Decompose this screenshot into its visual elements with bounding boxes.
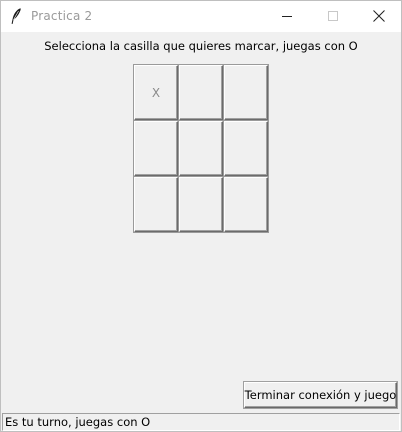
board-cell-7[interactable] (134, 177, 178, 232)
title-bar[interactable]: Practica 2 (1, 1, 401, 32)
status-bar: Es tu turno, juegas con O (2, 413, 400, 431)
window-title: Practica 2 (31, 9, 93, 23)
close-button[interactable] (356, 1, 402, 32)
board-cell-4[interactable] (134, 121, 178, 176)
minimize-button[interactable] (264, 1, 310, 32)
maximize-button[interactable] (310, 1, 356, 32)
end-connection-button[interactable]: Terminar conexión y juego (244, 382, 397, 408)
minimize-icon (281, 7, 293, 26)
close-icon (373, 7, 385, 26)
board-cell-1[interactable]: X (134, 65, 178, 120)
board-cell-8[interactable] (179, 177, 223, 232)
app-window: Practica 2 Selecciona la casilla que qui… (0, 0, 402, 432)
board-cell-6[interactable] (224, 121, 268, 176)
instruction-label: Selecciona la casilla que quieres marcar… (44, 39, 358, 53)
board-cell-9[interactable] (224, 177, 268, 232)
tic-tac-toe-board: X (134, 65, 269, 234)
board-cell-5[interactable] (179, 121, 223, 176)
maximize-icon (327, 7, 339, 26)
feather-icon (9, 7, 23, 25)
board-cell-3[interactable] (224, 65, 268, 120)
board-cell-2[interactable] (179, 65, 223, 120)
